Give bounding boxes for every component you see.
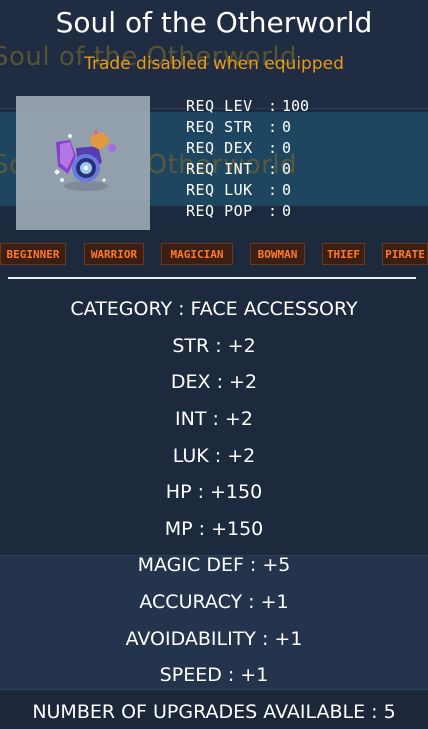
req-colon: :: [268, 159, 278, 178]
item-icon-frame[interactable]: [16, 96, 150, 230]
job-restrictions: BEGINNER WARRIOR MAGICIAN BOWMAN THIEF P…: [0, 243, 428, 267]
stat-int: INT : +2: [175, 408, 253, 430]
stat-str: STR : +2: [172, 335, 256, 357]
job-magician: MAGICIAN: [161, 243, 233, 265]
req-colon: :: [268, 96, 278, 115]
stat-upgrades: NUMBER OF UPGRADES AVAILABLE : 5: [32, 701, 396, 723]
job-beginner: BEGINNER: [0, 243, 66, 265]
req-value: 0: [282, 201, 292, 220]
req-row-str: REQ STR : 0: [186, 116, 309, 137]
req-row-pop: REQ POP : 0: [186, 200, 309, 221]
stat-speed: SPEED : +1: [159, 664, 269, 686]
stat-hp: HP : +150: [165, 481, 263, 503]
soul-jewel-icon: [54, 128, 116, 191]
req-label: REQ DEX: [186, 138, 253, 157]
stat-luk: LUK : +2: [172, 445, 256, 467]
section-divider: [8, 277, 416, 279]
req-value: 100: [282, 96, 310, 115]
job-warrior: WARRIOR: [84, 243, 144, 265]
stat-dex: DEX : +2: [170, 371, 258, 393]
req-value: 0: [282, 159, 292, 178]
req-row-dex: REQ DEX : 0: [186, 137, 309, 158]
req-colon: :: [268, 138, 278, 157]
req-colon: :: [268, 180, 278, 199]
req-label: REQ POP: [186, 201, 253, 220]
stat-accuracy: ACCURACY : +1: [139, 591, 289, 613]
req-label: REQ INT: [186, 159, 253, 178]
req-row-luk: REQ LUK : 0: [186, 179, 309, 200]
upgrades-separator: [0, 689, 428, 690]
req-label: REQ LEV: [186, 96, 253, 115]
item-title: Soul of the Otherworld: [55, 6, 373, 39]
job-thief: THIEF: [322, 243, 365, 265]
stat-avoidability: AVOIDABILITY : +1: [125, 628, 303, 650]
req-label: REQ STR: [186, 117, 253, 136]
req-row-int: REQ INT : 0: [186, 158, 309, 179]
req-value: 0: [282, 138, 292, 157]
job-pirate: PIRATE: [382, 243, 428, 265]
req-row-lev: REQ LEV : 100: [186, 95, 309, 116]
req-label: REQ LUK: [186, 180, 253, 199]
req-value: 0: [282, 180, 292, 199]
req-colon: :: [268, 201, 278, 220]
stat-category: CATEGORY : FACE ACCESSORY: [70, 298, 358, 320]
requirements-list: REQ LEV : 100 REQ STR : 0 REQ DEX : 0 RE…: [186, 95, 309, 221]
stat-magic-def: MAGIC DEF : +5: [137, 554, 291, 576]
req-colon: :: [268, 117, 278, 136]
stat-mp: MP : +150: [164, 518, 264, 540]
trade-note: Trade disabled when equipped: [84, 54, 344, 74]
req-value: 0: [282, 117, 292, 136]
job-bowman: BOWMAN: [250, 243, 305, 265]
